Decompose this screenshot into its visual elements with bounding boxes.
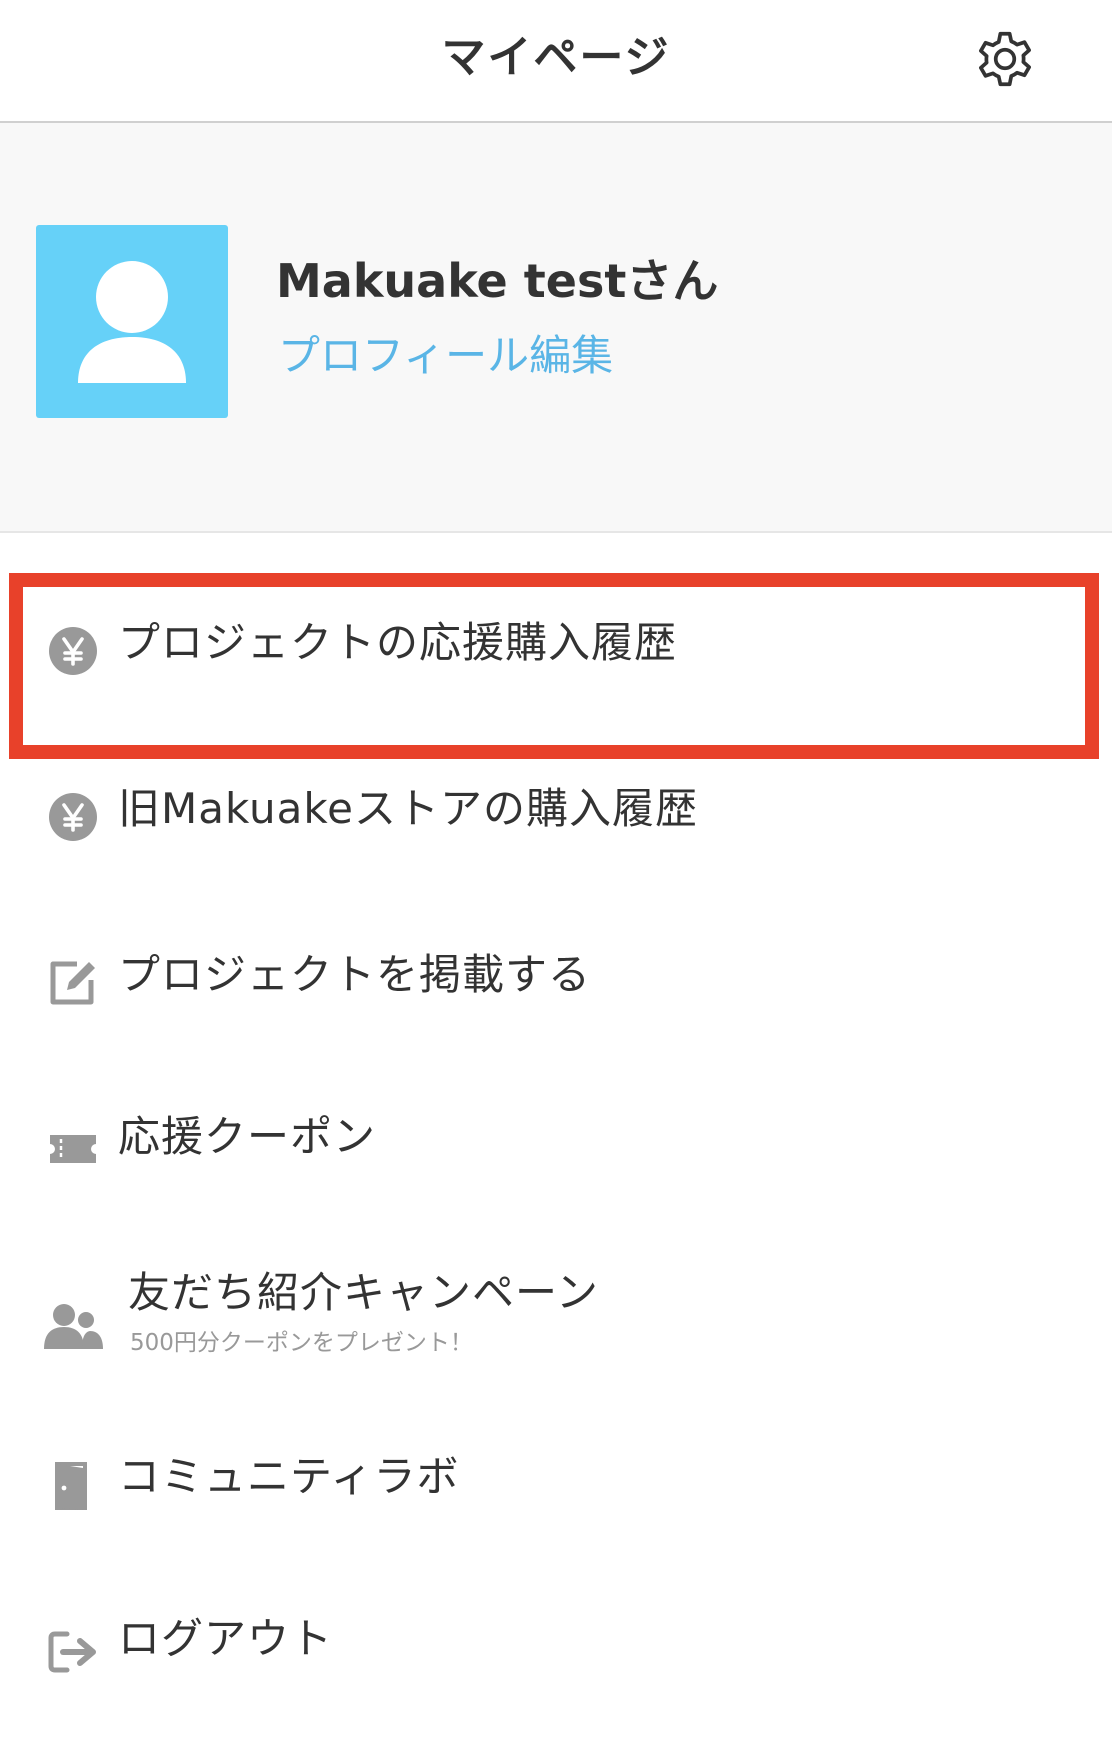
menu-item-purchase-history[interactable]: プロジェクトの応援購入履歴 [0,585,1112,753]
profile-section: Makuake testさん プロフィール編集 [0,123,1112,533]
menu-label: 旧Makuakeストアの購入履歴 [118,784,699,833]
yen-circle-icon [40,784,106,850]
user-name: Makuake testさん [276,254,719,308]
menu-label: 友だち紹介キャンペーン [128,1268,599,1317]
menu-label: ログアウト [118,1614,334,1663]
menu-sublabel: 500円分クーポンをプレゼント！ [130,1330,473,1356]
menu-label: プロジェクトの応援購入履歴 [118,618,678,667]
yen-circle-icon [40,618,106,684]
menu-list: プロジェクトの応援購入履歴 旧Makuakeストアの購入履歴 プロジェクトを掲載… [0,535,1112,1747]
profile-edit-link[interactable]: プロフィール編集 [278,328,613,384]
menu-label: プロジェクトを掲載する [118,950,592,999]
app-header: マイページ [0,0,1112,123]
settings-button[interactable] [968,22,1042,96]
user-avatar-icon [78,261,186,383]
menu-item-community-lab[interactable]: コミュニティラボ [0,1425,1112,1593]
my-page-screen: マイページ Makuake testさん プロフィール編集 プロジェクトの応援購… [0,0,1112,1747]
menu-label: 応援クーポン [118,1112,377,1161]
page-title: マイページ [441,32,671,83]
menu-item-referral[interactable]: 友だち紹介キャンペーン 500円分クーポンをプレゼント！ [0,1257,1112,1425]
menu-item-old-store-history[interactable]: 旧Makuakeストアの購入履歴 [0,753,1112,921]
logout-icon [40,1619,106,1685]
avatar[interactable] [36,225,228,418]
menu-item-post-project[interactable]: プロジェクトを掲載する [0,921,1112,1089]
edit-icon [40,949,106,1015]
door-icon [40,1453,106,1519]
menu-item-logout[interactable]: ログアウト [0,1593,1112,1747]
menu-item-coupon[interactable]: 応援クーポン [0,1089,1112,1257]
ticket-icon [40,1116,106,1182]
users-icon [40,1293,106,1359]
gear-icon [979,31,1031,87]
menu-label: コミュニティラボ [118,1452,460,1501]
